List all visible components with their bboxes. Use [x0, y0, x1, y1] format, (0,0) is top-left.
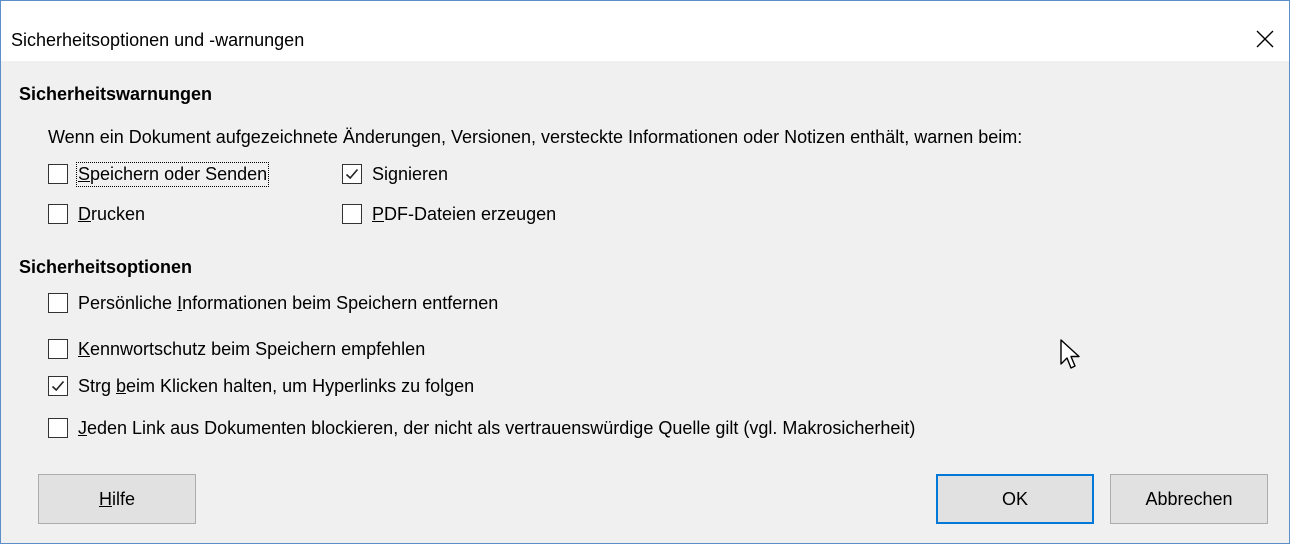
dialog-title: Sicherheitsoptionen und -warnungen — [11, 30, 305, 50]
checkbox-label: Kennwortschutz beim Speichern empfehlen — [78, 338, 426, 359]
security-options-dialog: Sicherheitsoptionen und -warnungen Siche… — [0, 0, 1290, 544]
checkbox-label: Strg beim Klicken halten, um Hyperlinks … — [78, 375, 475, 396]
checkbox-ctrl-click-hyperlinks[interactable]: Strg beim Klicken halten, um Hyperlinks … — [48, 373, 474, 399]
security-options-heading: Sicherheitsoptionen — [19, 257, 193, 277]
ok-button[interactable]: OK — [936, 474, 1094, 524]
ok-button-label: OK — [1001, 488, 1028, 509]
checkmark-icon — [51, 380, 65, 392]
security-warnings-description: Wenn ein Dokument aufgezeichnete Änderun… — [48, 127, 1023, 147]
title-bar[interactable]: Sicherheitsoptionen und -warnungen — [1, 1, 1289, 61]
checkbox-print[interactable]: Drucken — [48, 201, 145, 227]
help-button-label: Hilfe — [98, 488, 135, 509]
security-warnings-heading: Sicherheitswarnungen — [19, 84, 213, 104]
checkbox-box[interactable] — [48, 293, 68, 313]
help-button[interactable]: Hilfe — [38, 474, 196, 524]
checkbox-box[interactable] — [48, 339, 68, 359]
checkbox-box[interactable] — [342, 164, 362, 184]
close-icon — [1256, 30, 1274, 48]
checkbox-box[interactable] — [48, 418, 68, 438]
checkbox-remove-personal-info[interactable]: Persönliche Informationen beim Speichern… — [48, 290, 498, 316]
close-button[interactable] — [1245, 19, 1285, 59]
checkbox-label: Speichern oder Senden — [75, 161, 270, 187]
checkbox-sign[interactable]: Signieren — [342, 161, 448, 187]
cancel-button[interactable]: Abbrechen — [1110, 474, 1268, 524]
checkbox-box[interactable] — [342, 204, 362, 224]
checkbox-label: Persönliche Informationen beim Speichern… — [78, 292, 499, 313]
checkbox-label: PDF-Dateien erzeugen — [372, 203, 557, 224]
checkbox-recommend-password[interactable]: Kennwortschutz beim Speichern empfehlen — [48, 336, 425, 362]
cancel-button-label: Abbrechen — [1145, 488, 1233, 509]
checkbox-box[interactable] — [48, 164, 68, 184]
checkbox-label: Drucken — [78, 203, 146, 224]
checkbox-label: Signieren — [372, 163, 449, 184]
mouse-pointer-icon — [1060, 339, 1080, 369]
checkbox-box[interactable] — [48, 204, 68, 224]
checkbox-label: Jeden Link aus Dokumenten blockieren, de… — [78, 417, 916, 438]
checkmark-icon — [345, 168, 359, 180]
checkbox-create-pdf[interactable]: PDF-Dateien erzeugen — [342, 201, 556, 227]
checkbox-box[interactable] — [48, 376, 68, 396]
checkbox-block-untrusted-links[interactable]: Jeden Link aus Dokumenten blockieren, de… — [48, 415, 915, 441]
checkbox-save-or-send[interactable]: Speichern oder Senden — [48, 161, 270, 187]
